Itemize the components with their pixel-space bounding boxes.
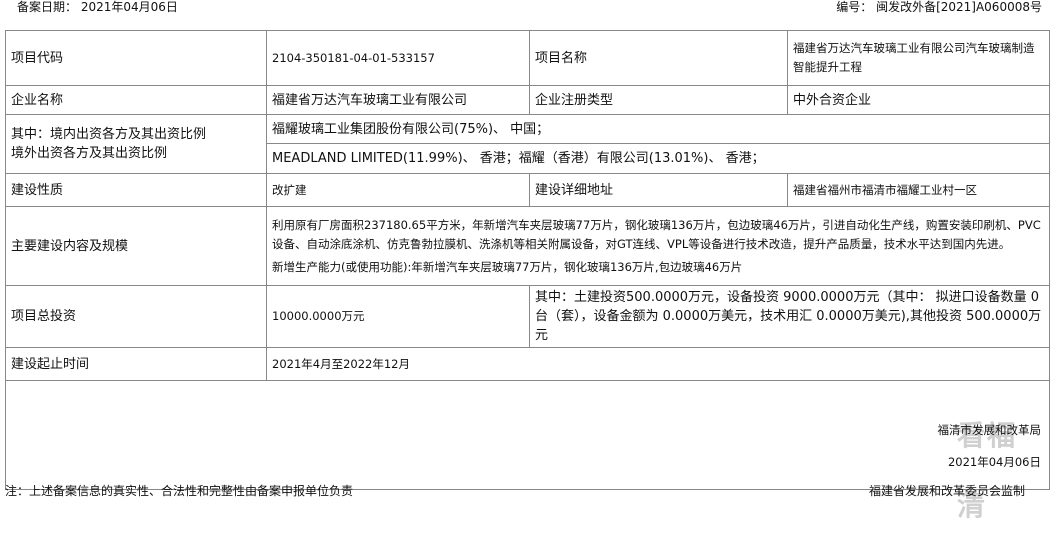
record-number: 编号： 闽发改外备[2021]A060008号 bbox=[836, 0, 1042, 14]
construction-scale-text: 利用原有厂房面积237180.65平方米，年新增汽车夹层玻璃77万片，钢化玻璃1… bbox=[272, 217, 1041, 251]
construction-content-label: 主要建设内容及规模 bbox=[5, 206, 267, 286]
construction-content-value: 利用原有厂房面积237180.65平方米，年新增汽车夹层玻璃77万片，钢化玻璃1… bbox=[266, 206, 1050, 286]
issue-date: 2021年04月06日 bbox=[947, 455, 1041, 469]
registration-type-label: 企业注册类型 bbox=[529, 85, 788, 115]
new-capacity-text: 新增生产能力(或使用功能):年新增汽车夹层玻璃77万片，钢化玻璃136万片,包边… bbox=[272, 259, 743, 274]
construction-address-value: 福建省福州市福清市福耀工业村一区 bbox=[787, 173, 1050, 207]
investment-breakdown-value: 其中：土建投资500.0000万元，设备投资 9000.0000万元（其中： 拟… bbox=[529, 285, 1050, 348]
foreign-investors-value: MEADLAND LIMITED(11.99%)、 香港；福耀（香港）有限公司(… bbox=[266, 143, 1050, 174]
issuing-authority: 福清市发展和改革局 bbox=[937, 423, 1042, 437]
row-project-code: 项目代码 2104-350181-04-01-533157 项目名称 福建省万达… bbox=[5, 30, 1050, 86]
supervisor-text: 福建省发展和改革委员会监制 bbox=[868, 484, 1025, 498]
project-name-value: 福建省万达汽车玻璃工业有限公司汽车玻璃制造智能提升工程 bbox=[787, 30, 1050, 86]
disclaimer-note: 注：上述备案信息的真实性、合法性和完整性由备案申报单位负责 bbox=[5, 484, 354, 498]
total-investment-value: 10000.0000万元 bbox=[266, 285, 530, 348]
record-date: 备案日期： 2021年04月06日 bbox=[17, 0, 178, 14]
domestic-investors-value: 福耀玻璃工业集团股份有限公司(75%)、 中国； bbox=[266, 114, 1050, 144]
registration-type-value: 中外合资企业 bbox=[787, 85, 1050, 115]
row-construction-content: 主要建设内容及规模 利用原有厂房面积237180.65平方米，年新增汽车夹层玻璃… bbox=[5, 206, 1050, 286]
row-signature: 看福清 福清市发展和改革局 2021年04月06日 bbox=[5, 380, 1050, 522]
domestic-investor-label: 其中：境内出资各方及其出资比例 bbox=[11, 127, 207, 142]
filing-table: 项目代码 2104-350181-04-01-533157 项目名称 福建省万达… bbox=[5, 30, 1050, 522]
project-code-label: 项目代码 bbox=[5, 30, 267, 86]
row-company: 企业名称 福建省万达汽车玻璃工业有限公司 企业注册类型 中外合资企业 bbox=[5, 85, 1050, 115]
foreign-investor-label: 境外出资各方及其出资比例 bbox=[11, 146, 168, 161]
row-construction-nature: 建设性质 改扩建 建设详细地址 福建省福州市福清市福耀工业村一区 bbox=[5, 173, 1050, 207]
construction-period-value: 2021年4月至2022年12月 bbox=[266, 347, 1050, 381]
company-name-label: 企业名称 bbox=[5, 85, 267, 115]
project-name-label: 项目名称 bbox=[529, 30, 788, 86]
investor-ratio-label: 其中：境内出资各方及其出资比例 境外出资各方及其出资比例 bbox=[5, 114, 267, 174]
signature-area: 看福清 福清市发展和改革局 2021年04月06日 bbox=[5, 380, 1050, 522]
construction-period-label: 建设起止时间 bbox=[5, 347, 267, 381]
row-domestic-investors: 其中：境内出资各方及其出资比例 境外出资各方及其出资比例 福耀玻璃工业集团股份有… bbox=[5, 114, 1050, 174]
project-code-value: 2104-350181-04-01-533157 bbox=[266, 30, 530, 86]
company-name-value: 福建省万达汽车玻璃工业有限公司 bbox=[266, 85, 530, 115]
construction-nature-label: 建设性质 bbox=[5, 173, 267, 207]
row-total-investment: 项目总投资 10000.0000万元 其中：土建投资500.0000万元，设备投… bbox=[5, 285, 1050, 348]
row-construction-period: 建设起止时间 2021年4月至2022年12月 bbox=[5, 347, 1050, 381]
construction-address-label: 建设详细地址 bbox=[529, 173, 788, 207]
construction-nature-value: 改扩建 bbox=[266, 173, 530, 207]
total-investment-label: 项目总投资 bbox=[5, 285, 267, 348]
